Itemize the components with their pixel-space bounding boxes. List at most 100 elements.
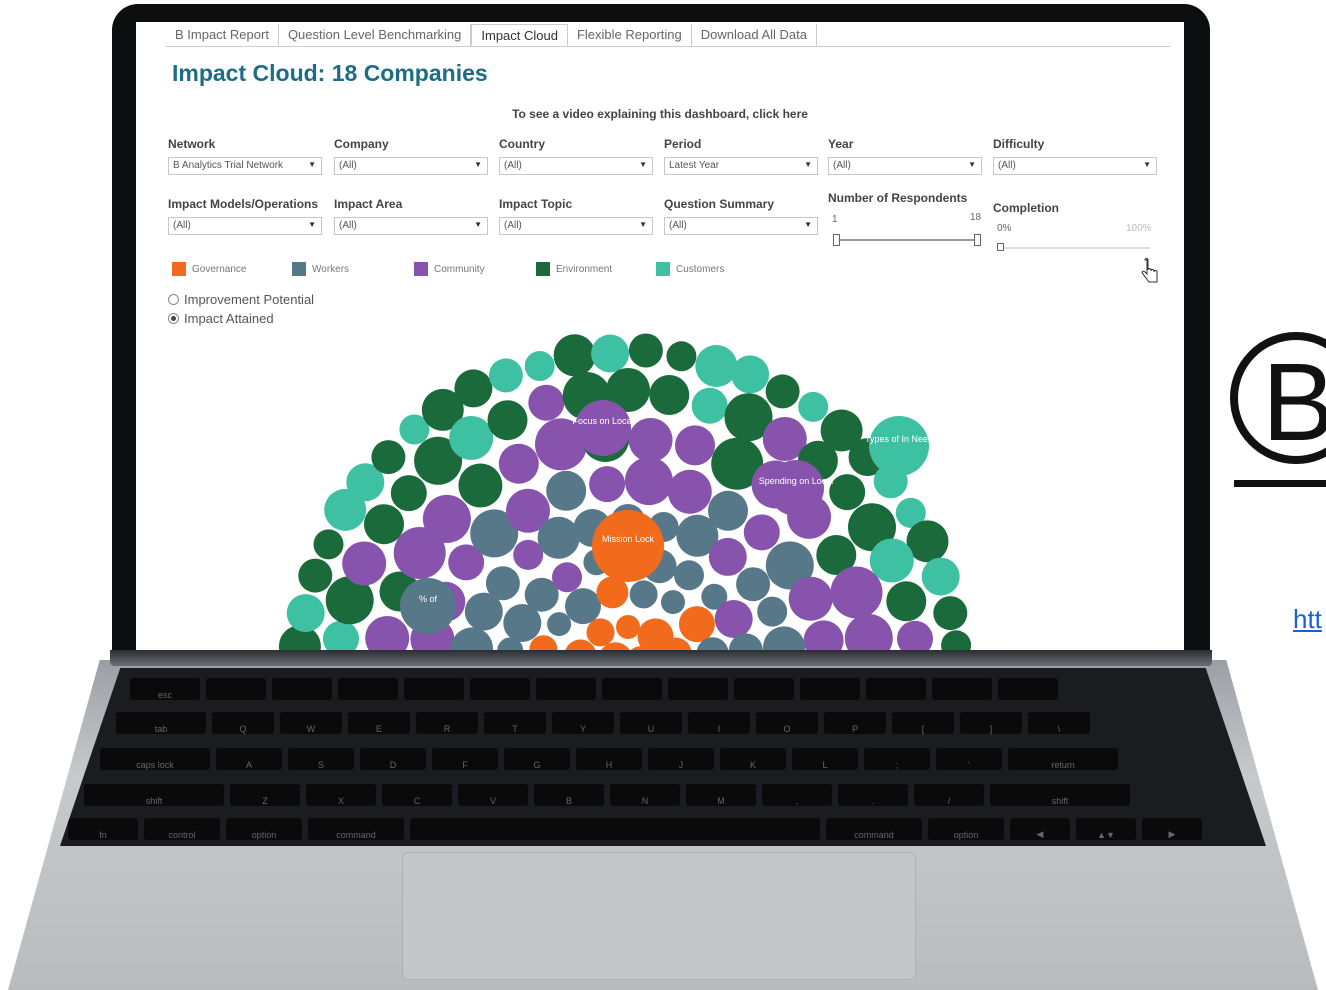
bubble[interactable]	[933, 596, 968, 631]
bubble[interactable]	[765, 374, 800, 409]
bubble[interactable]	[313, 529, 344, 560]
bubble[interactable]	[678, 606, 715, 643]
bubble[interactable]	[390, 475, 427, 512]
keyboard-row-5: fn control option command command option…	[68, 818, 1202, 840]
bubble[interactable]	[400, 578, 456, 634]
key: control	[144, 818, 220, 840]
key	[206, 678, 266, 700]
key: ▲▼	[1076, 818, 1136, 840]
key	[668, 678, 728, 700]
bubble[interactable]	[649, 375, 690, 415]
bubble[interactable]	[830, 566, 883, 619]
key: F	[432, 748, 498, 770]
bubble[interactable]	[798, 391, 829, 422]
bubble[interactable]	[575, 400, 631, 456]
bubble[interactable]	[547, 612, 572, 637]
bubble[interactable]	[708, 537, 747, 576]
bubble[interactable]	[869, 416, 929, 476]
key: option	[226, 818, 302, 840]
key: N	[610, 784, 680, 806]
bubble[interactable]	[342, 541, 387, 586]
bubble[interactable]	[897, 620, 933, 650]
bubble[interactable]	[565, 588, 601, 625]
bubble[interactable]	[553, 334, 596, 377]
bubble[interactable]	[743, 514, 780, 551]
bubble[interactable]	[675, 425, 715, 466]
key: K	[720, 748, 786, 770]
bubble[interactable]	[528, 384, 565, 421]
bubble[interactable]	[485, 566, 520, 601]
bubble[interactable]	[454, 369, 493, 408]
bubble[interactable]	[731, 355, 770, 394]
key	[404, 678, 464, 700]
key: B	[534, 784, 604, 806]
bubble[interactable]	[591, 334, 630, 373]
key: command	[826, 818, 922, 840]
bubble[interactable]	[524, 351, 555, 381]
key	[602, 678, 662, 700]
bubble[interactable]	[488, 358, 523, 393]
bubble[interactable]	[624, 457, 673, 506]
bubble-label-focus: Focus on Local	[572, 416, 633, 426]
bubble[interactable]	[364, 504, 404, 545]
bubble[interactable]	[552, 562, 582, 593]
bubble[interactable]	[941, 630, 972, 650]
bubble-cloud: Focus on Local Spending on Local Mission…	[278, 333, 972, 650]
bubble[interactable]	[667, 469, 712, 514]
key: ◀	[1010, 818, 1070, 840]
key: S	[288, 748, 354, 770]
bubble[interactable]	[714, 600, 753, 638]
bubble[interactable]	[628, 333, 663, 368]
bubble[interactable]	[844, 614, 893, 650]
bubble[interactable]	[829, 474, 866, 511]
bubble[interactable]	[323, 620, 359, 650]
svg-text:B: B	[1262, 341, 1326, 464]
bubble[interactable]	[629, 580, 658, 609]
key: A	[216, 748, 282, 770]
bubble[interactable]	[666, 341, 697, 372]
bubble[interactable]	[589, 466, 626, 503]
bubble[interactable]	[695, 345, 738, 387]
dashboard-screen: B Impact Report Question Level Benchmark…	[136, 22, 1184, 650]
key	[932, 678, 992, 700]
bubble[interactable]	[449, 416, 494, 460]
bubble[interactable]	[757, 596, 788, 627]
bubble[interactable]	[763, 626, 805, 650]
bubble[interactable]	[788, 576, 833, 621]
key: H	[576, 748, 642, 770]
keyboard-row-4: shift Z X C V B N M , . / shift	[84, 784, 1130, 806]
bubble[interactable]	[298, 558, 333, 593]
key: U	[620, 712, 682, 734]
bubble[interactable]	[691, 387, 728, 424]
key: option	[928, 818, 1004, 840]
bubble[interactable]	[921, 557, 960, 596]
key: shift	[84, 784, 224, 806]
bubble[interactable]	[546, 470, 587, 511]
bubble[interactable]	[768, 460, 824, 516]
bubble[interactable]	[803, 620, 844, 650]
bubble[interactable]	[365, 616, 410, 650]
bubble[interactable]	[451, 627, 493, 650]
url-link[interactable]: htt	[1293, 604, 1322, 635]
key: V	[458, 784, 528, 806]
bubble[interactable]	[458, 463, 503, 508]
bubble[interactable]	[537, 516, 580, 559]
bubble[interactable]	[616, 615, 640, 639]
bubble[interactable]	[674, 560, 704, 591]
bubble[interactable]	[628, 418, 673, 462]
bubble[interactable]	[586, 618, 615, 647]
bubble[interactable]	[371, 440, 406, 475]
laptop-hinge	[110, 650, 1212, 666]
key: tab	[116, 712, 206, 734]
bubble[interactable]	[498, 443, 539, 484]
bubble[interactable]	[661, 590, 685, 615]
key: ;	[864, 748, 930, 770]
bubble[interactable]	[886, 581, 927, 622]
bubble[interactable]	[487, 400, 528, 441]
key: esc	[130, 678, 200, 700]
bubble[interactable]	[286, 594, 325, 633]
bubble[interactable]	[736, 567, 771, 602]
spacebar	[410, 818, 820, 840]
bubble[interactable]	[422, 494, 471, 543]
bubble[interactable]	[592, 510, 664, 582]
